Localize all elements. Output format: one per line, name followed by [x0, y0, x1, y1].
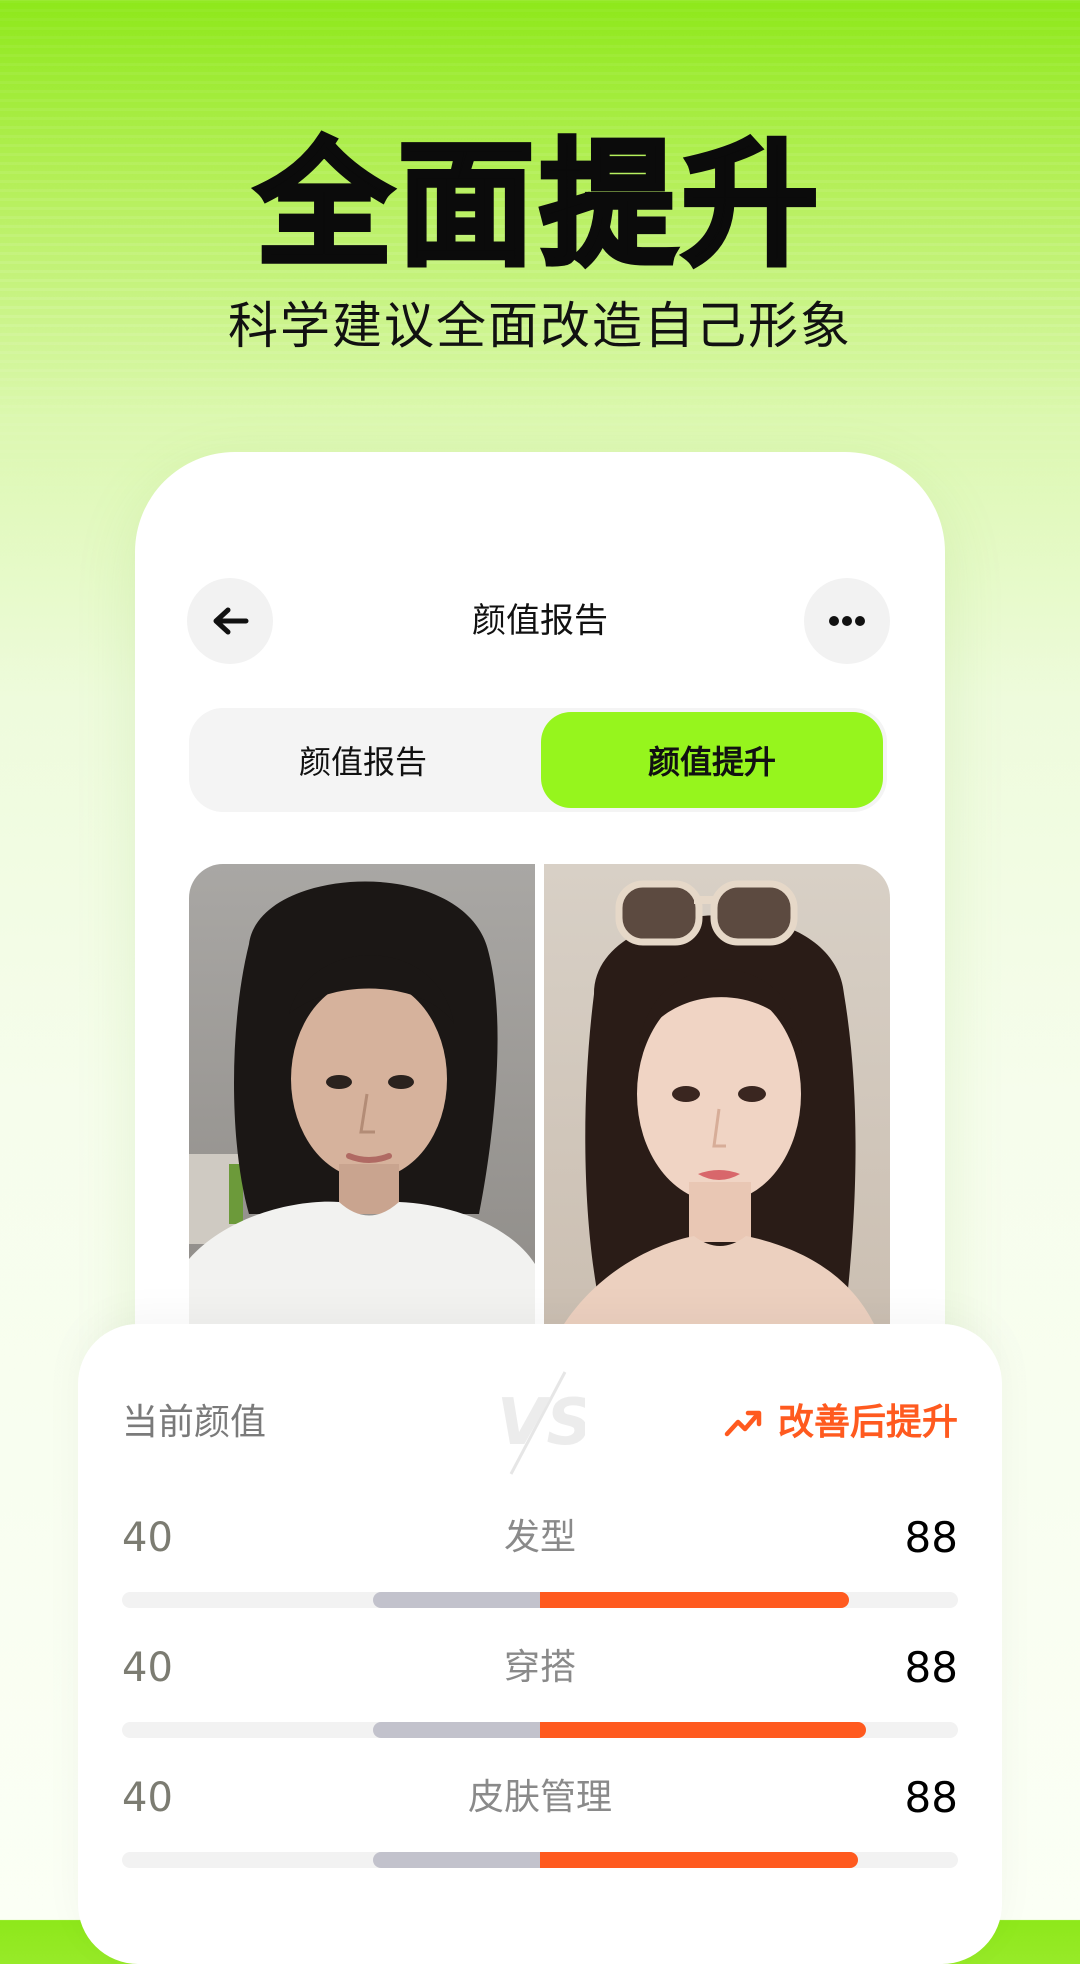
row-after-score: 88 — [904, 1643, 958, 1692]
more-dots-icon — [829, 616, 865, 626]
vs-icon: VS — [495, 1368, 593, 1478]
after-photo — [544, 864, 890, 1324]
score-bar — [122, 1722, 958, 1738]
row-category: 穿搭 — [503, 1647, 576, 1688]
score-bar — [122, 1592, 958, 1608]
more-button[interactable] — [804, 578, 890, 664]
row-after-score: 88 — [904, 1773, 958, 1822]
score-bar-before — [372, 1852, 540, 1868]
score-bar-after — [540, 1722, 867, 1738]
row-before-score: 40 — [122, 1775, 173, 1821]
row-category: 皮肤管理 — [467, 1777, 612, 1818]
segment-control: 颜值报告 颜值提升 — [189, 708, 887, 812]
trending-up-icon — [724, 1410, 762, 1437]
score-bar — [122, 1852, 958, 1868]
score-bar-after — [540, 1592, 850, 1608]
improve-header: 改善后提升 — [724, 1398, 958, 1448]
tab-beauty-improve[interactable]: 颜值提升 — [541, 712, 883, 808]
improve-label: 改善后提升 — [777, 1402, 958, 1443]
tab-beauty-report[interactable]: 颜值报告 — [193, 712, 533, 808]
hero-title: 全面提升 — [254, 125, 824, 288]
score-bar-after — [540, 1852, 858, 1868]
tab-beauty-improve-label: 颜值提升 — [647, 743, 776, 781]
row-before-score: 40 — [122, 1645, 173, 1691]
score-bar-before — [372, 1592, 540, 1608]
page-title: 颜值报告 — [472, 601, 608, 641]
before-photo — [189, 864, 535, 1324]
score-bar-before — [372, 1722, 540, 1738]
arrow-left-icon — [213, 607, 249, 635]
row-category: 发型 — [503, 1517, 576, 1558]
hero-subtitle: 科学建议全面改造自己形象 — [228, 297, 852, 355]
tab-beauty-report-label: 颜值报告 — [298, 743, 427, 781]
back-button[interactable] — [187, 578, 273, 664]
vs-text: VS — [497, 1386, 585, 1460]
current-score-label: 当前颜值 — [122, 1402, 267, 1443]
row-before-score: 40 — [122, 1515, 173, 1561]
row-after-score: 88 — [904, 1513, 958, 1562]
